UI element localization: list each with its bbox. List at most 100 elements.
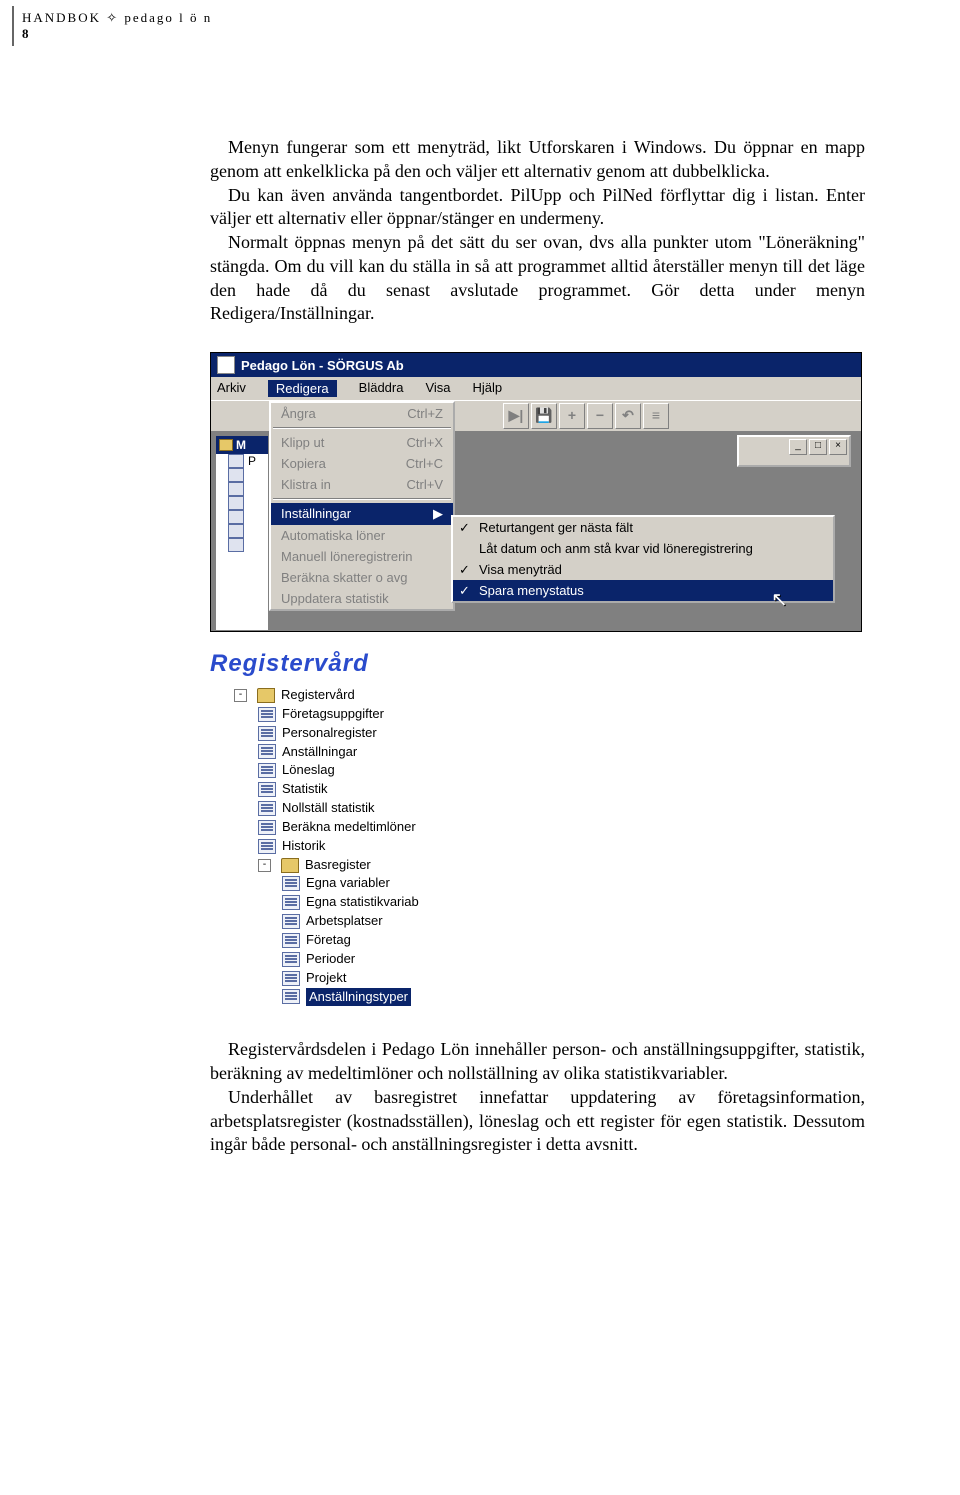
paragraph-5: Underhållet av basregistret innefattar u…	[210, 1086, 865, 1157]
tree-label: Löneslag	[282, 761, 335, 780]
doc-icon	[228, 538, 244, 552]
expand-icon[interactable]: -	[234, 689, 247, 702]
toolbar-save-icon[interactable]: 💾	[531, 403, 557, 429]
doc-icon	[282, 989, 300, 1004]
doc-icon	[282, 895, 300, 910]
tree-item[interactable]: Nollställ statistik	[212, 799, 462, 818]
tree-label: Företag	[306, 931, 351, 950]
doc-icon	[258, 801, 276, 816]
folder-icon	[281, 858, 299, 873]
menu-bladdra[interactable]: Bläddra	[359, 380, 404, 397]
doc-icon	[228, 496, 244, 510]
tree-item[interactable]: Löneslag	[212, 761, 462, 780]
doc-icon	[282, 971, 300, 986]
tree-label: Arbetsplatser	[306, 912, 383, 931]
tree-label: Registervård	[281, 686, 355, 705]
tree-label: Nollställ statistik	[282, 799, 374, 818]
doc-icon	[228, 524, 244, 538]
app-icon	[217, 356, 235, 374]
folder-icon	[257, 688, 275, 703]
submenu-item[interactable]: Låt datum och anm stå kvar vid löneregis…	[453, 538, 833, 559]
doc-icon	[258, 782, 276, 797]
close-icon[interactable]: ×	[829, 439, 847, 455]
side-tree-title: M	[216, 436, 268, 454]
tree-item[interactable]: Beräkna medeltimlöner	[212, 818, 462, 837]
tree-item[interactable]: Företag	[212, 931, 462, 950]
window-title: Pedago Lön - SÖRGUS Ab	[241, 358, 404, 373]
menu-item[interactable]: Beräkna skatter o avg	[271, 567, 453, 588]
toolbar-plus-icon[interactable]: +	[559, 403, 585, 429]
doc-icon	[282, 876, 300, 891]
menu-redigera[interactable]: Redigera	[268, 380, 337, 397]
tree-label: Projekt	[306, 969, 346, 988]
tree-item[interactable]: Statistik	[212, 780, 462, 799]
menu-item[interactable]: Klipp utCtrl+X	[271, 432, 453, 453]
doc-icon	[282, 914, 300, 929]
tree-label: Historik	[282, 837, 325, 856]
toolbar-undo-icon[interactable]: ↶	[615, 403, 641, 429]
submenu-item[interactable]: ✓Returtangent ger nästa fält	[453, 517, 833, 538]
tree-item[interactable]: Egna statistikvariab	[212, 893, 462, 912]
toolbar-next-icon[interactable]: ▶|	[503, 403, 529, 429]
tree-folder[interactable]: - Registervård	[212, 686, 462, 705]
tree-label: Perioder	[306, 950, 355, 969]
menu-item[interactable]: Manuell löneregistrerin	[271, 546, 453, 567]
menu-item[interactable]: Inställningar▶	[271, 503, 453, 525]
paragraph-1: Menyn fungerar som ett menyträd, likt Ut…	[210, 136, 865, 184]
window-titlebar: Pedago Lön - SÖRGUS Ab	[211, 353, 861, 377]
page-header: HANDBOK ✧ pedago l ö n 8	[12, 6, 222, 46]
menu-item[interactable]: Klistra inCtrl+V	[271, 474, 453, 495]
minimize-icon[interactable]: _	[789, 439, 807, 455]
tree-item[interactable]: Anställningar	[212, 743, 462, 762]
menu-hjalp[interactable]: Hjälp	[473, 380, 503, 397]
doc-icon	[228, 482, 244, 496]
tree-item[interactable]: Arbetsplatser	[212, 912, 462, 931]
menu-arkiv[interactable]: Arkiv	[217, 380, 246, 397]
tree-item[interactable]: Anställningstyper	[212, 988, 462, 1007]
header-page-number: 8	[22, 26, 222, 42]
paragraph-4: Registervårdsdelen i Pedago Lön innehåll…	[210, 1038, 865, 1086]
tree-item[interactable]: Historik	[212, 837, 462, 856]
tree-label: Basregister	[305, 856, 371, 875]
menubar[interactable]: Arkiv Redigera Bläddra Visa Hjälp	[211, 377, 861, 401]
tree-item[interactable]: Perioder	[212, 950, 462, 969]
menu-item[interactable]: KopieraCtrl+C	[271, 453, 453, 474]
doc-icon	[228, 454, 244, 468]
tree-item[interactable]: Personalregister	[212, 724, 462, 743]
header-title: HANDBOK ✧ pedago l ö n	[22, 10, 222, 26]
cursor-icon: ↖	[771, 587, 788, 612]
folder-icon	[219, 439, 233, 451]
tree-label: Personalregister	[282, 724, 377, 743]
menu-item[interactable]: Uppdatera statistik	[271, 588, 453, 609]
paragraph-3: Normalt öppnas menyn på det sätt du ser …	[210, 231, 865, 326]
doc-icon	[258, 726, 276, 741]
menu-item[interactable]: Automatiska löner	[271, 525, 453, 546]
submenu-item[interactable]: ✓Visa menyträd	[453, 559, 833, 580]
maximize-icon[interactable]: □	[809, 439, 827, 455]
toolbar-minus-icon[interactable]: −	[587, 403, 613, 429]
tree-folder[interactable]: - Basregister	[212, 856, 462, 875]
toolbar-list-icon[interactable]: ≡	[643, 403, 669, 429]
tree-label: Anställningar	[282, 743, 357, 762]
tree-item[interactable]: Företagsuppgifter	[212, 705, 462, 724]
tree-label: Företagsuppgifter	[282, 705, 384, 724]
doc-icon	[258, 744, 276, 759]
expand-icon[interactable]: -	[258, 859, 271, 872]
doc-icon	[228, 468, 244, 482]
doc-icon	[258, 839, 276, 854]
redigera-dropdown[interactable]: ÅngraCtrl+Z Klipp utCtrl+XKopieraCtrl+CKl…	[269, 401, 455, 611]
doc-icon	[258, 763, 276, 778]
child-window: _ □ ×	[737, 435, 851, 467]
section-title-registervard: Registervård	[210, 650, 865, 678]
menu-visa[interactable]: Visa	[425, 380, 450, 397]
tree-label: Egna statistikvariab	[306, 893, 419, 912]
menu-item[interactable]: ÅngraCtrl+Z	[271, 403, 453, 424]
tree-item[interactable]: Projekt	[212, 969, 462, 988]
doc-icon	[258, 707, 276, 722]
doc-icon	[282, 933, 300, 948]
tree-label: Beräkna medeltimlöner	[282, 818, 416, 837]
tree-label: Egna variabler	[306, 874, 390, 893]
tree-item[interactable]: Egna variabler	[212, 874, 462, 893]
doc-icon	[228, 510, 244, 524]
doc-icon	[282, 952, 300, 967]
